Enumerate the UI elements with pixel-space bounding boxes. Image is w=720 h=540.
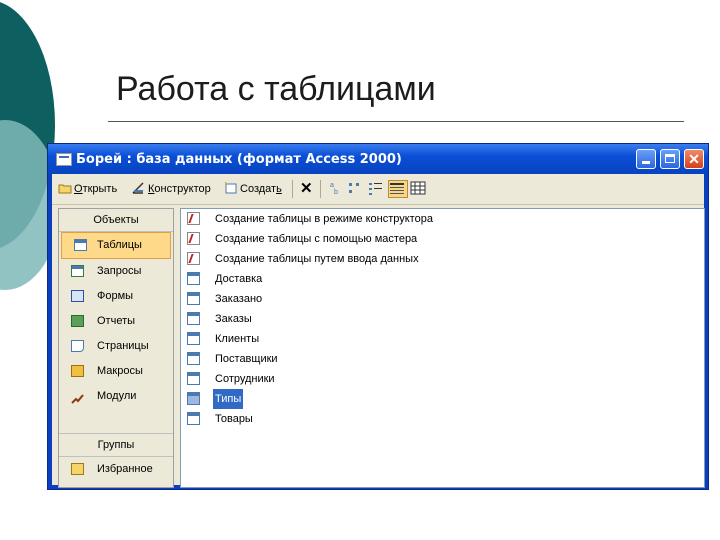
svg-text:b: b — [334, 189, 338, 196]
close-icon: ✕ — [688, 151, 700, 167]
new-object-icon — [224, 182, 237, 194]
nav-item-label: Избранное — [97, 463, 153, 475]
macro-icon — [71, 365, 84, 377]
table-icon — [187, 292, 200, 305]
large-icons-button[interactable]: ab — [328, 180, 342, 198]
nav-item-macros[interactable]: Макросы — [59, 359, 173, 384]
maximize-button[interactable] — [660, 149, 680, 169]
maximize-icon — [665, 154, 675, 163]
toolbar-separator — [292, 180, 293, 198]
svg-text:a: a — [330, 182, 334, 189]
design-ruler-icon — [132, 182, 144, 194]
list-item-label: Создание таблицы в режиме конструктора — [215, 213, 433, 225]
details-view-button[interactable] — [388, 180, 408, 198]
list-item-label: Сотрудники — [215, 373, 275, 385]
design-wizard-icon — [187, 212, 200, 225]
table-icon — [187, 392, 200, 405]
toolbar-separator — [320, 180, 321, 198]
minimize-icon — [642, 161, 650, 164]
list-item-label: Заказы — [215, 313, 252, 325]
open-folder-icon — [58, 184, 72, 194]
slide-title: Работа с таблицами — [116, 70, 436, 108]
list-item-label: Создание таблицы с помощью мастера — [215, 233, 418, 245]
table-icon — [187, 312, 200, 325]
list-item-label: Товары — [215, 413, 253, 425]
table-icon — [187, 352, 200, 365]
list-view-button[interactable] — [368, 180, 384, 198]
objects-header[interactable]: Объекты — [59, 209, 173, 232]
page-icon — [71, 340, 84, 352]
create-button[interactable]: Создать — [224, 180, 282, 198]
wizard-icon — [187, 232, 200, 245]
window-title: Борей : база данных (формат Access 2000) — [76, 152, 402, 167]
nav-item-label: Отчеты — [97, 315, 136, 327]
nav-item-reports[interactable]: Отчеты — [59, 309, 173, 334]
nav-item-pages[interactable]: Страницы — [59, 334, 173, 359]
delete-icon: ✕ — [300, 180, 313, 197]
query-icon — [71, 265, 84, 277]
list-item-label: Заказано — [215, 293, 263, 305]
window-client-area: Открыть Конструктор Создать ✕ ab Объекты… — [52, 174, 705, 488]
design-label-rest: онструктор — [154, 183, 211, 195]
report-icon — [71, 315, 84, 327]
list-item-label: Типы — [213, 389, 244, 409]
groups-header[interactable]: Группы — [59, 433, 173, 457]
details-grid-button[interactable] — [410, 180, 426, 198]
database-window: Борей : база данных (формат Access 2000)… — [47, 143, 709, 490]
large-icons-icon: ab — [330, 182, 338, 196]
list-item-label: Доставка — [215, 273, 263, 285]
object-list: Создание таблицы в режиме конструктора С… — [180, 208, 705, 488]
table-icon — [187, 332, 200, 345]
favorites-wrapper: Избранное — [59, 457, 173, 482]
toolbar: Открыть Конструктор Создать ✕ ab — [52, 174, 704, 205]
favorites-folder-icon — [71, 463, 84, 475]
open-hotkey: О — [74, 183, 83, 195]
nav-item-label: Запросы — [97, 265, 142, 277]
nav-item-label: Макросы — [97, 365, 143, 377]
nav-item-label: Страницы — [97, 340, 149, 352]
table-icon — [187, 272, 200, 285]
small-icons-button[interactable] — [348, 180, 362, 198]
nav-item-label: Формы — [97, 290, 134, 302]
minimize-button[interactable] — [636, 149, 656, 169]
details-view-icon — [390, 183, 404, 194]
table-icon — [187, 372, 200, 385]
list-view-icon — [369, 183, 382, 195]
title-underline — [108, 121, 684, 122]
open-button[interactable]: Открыть — [58, 180, 117, 198]
data-entry-icon — [187, 252, 200, 265]
nav-item-forms[interactable]: Формы — [59, 284, 173, 309]
list-item-label: Создание таблицы путем ввода данных — [215, 253, 419, 265]
nav-item-label: Таблицы — [97, 239, 142, 251]
objects-bar: Объекты Таблицы Запросы Формы Отчеты Стр… — [58, 208, 174, 488]
list-item-label: Клиенты — [215, 333, 260, 345]
nav-item-queries[interactable]: Запросы — [59, 259, 173, 284]
database-window-icon — [56, 153, 72, 166]
nav-item-tables[interactable]: Таблицы — [61, 232, 171, 259]
table-icon — [187, 412, 200, 425]
nav-item-modules[interactable]: Модули — [59, 384, 173, 409]
list-item-label: Поставщики — [215, 353, 278, 365]
module-icon — [71, 390, 84, 404]
delete-button[interactable]: ✕ — [300, 180, 313, 198]
small-icons-icon — [349, 183, 359, 193]
create-label-rest: Создат — [240, 183, 277, 195]
create-hotkey: ь — [276, 183, 282, 195]
nav-item-favorites[interactable]: Избранное — [59, 457, 173, 482]
open-label-rest: ткрыть — [82, 183, 118, 195]
window-titlebar[interactable]: Борей : база данных (формат Access 2000)… — [48, 144, 708, 174]
details-grid-icon — [410, 181, 426, 195]
table-icon — [74, 239, 87, 251]
close-button[interactable]: ✕ — [684, 149, 704, 169]
form-icon — [71, 290, 84, 302]
nav-item-label: Модули — [97, 390, 137, 402]
design-button[interactable]: Конструктор — [132, 180, 211, 198]
